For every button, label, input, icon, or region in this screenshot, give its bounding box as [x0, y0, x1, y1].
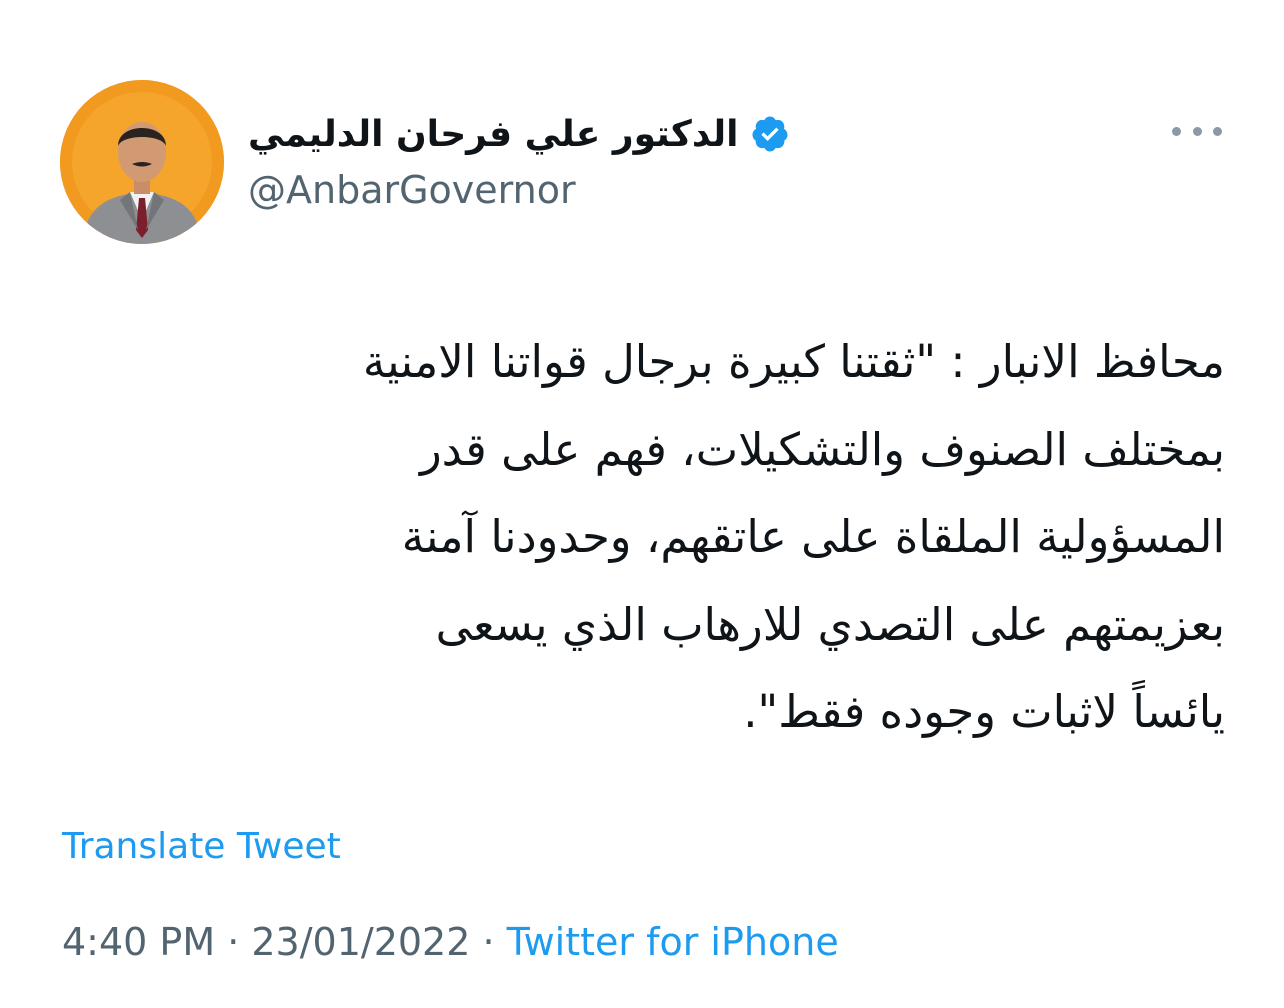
tweet-text-line: المسؤولية الملقاة على عاتقهم، وحدودنا آم…: [401, 510, 1225, 563]
tweet-date[interactable]: 23/01/2022: [251, 920, 470, 964]
tweet-card: الدكتور علي فرحان الدليمي @AnbarGovernor…: [0, 0, 1284, 1008]
translate-tweet-link[interactable]: Translate Tweet: [62, 826, 341, 867]
tweet-text: محافظ الانبار : "ثقتنا كبيرة برجال قواتن…: [60, 318, 1225, 756]
display-name[interactable]: الدكتور علي فرحان الدليمي: [248, 114, 738, 155]
verified-badge-icon: [750, 114, 790, 154]
more-options-icon[interactable]: [1172, 118, 1222, 144]
tweet-text-line: محافظ الانبار : "ثقتنا كبيرة برجال قواتن…: [362, 335, 1225, 388]
tweet-source-link[interactable]: Twitter for iPhone: [507, 920, 839, 964]
author-handle[interactable]: @AnbarGovernor: [248, 168, 576, 212]
dot-icon: [1172, 126, 1181, 136]
dot-icon: [1213, 126, 1222, 136]
avatar-portrait-icon: [60, 80, 224, 244]
tweet-text-line: يائساً لاثبات وجوده فقط".: [743, 685, 1225, 738]
tweet-text-line: بعزيمتهم على التصدي للارهاب الذي يسعى: [435, 597, 1225, 651]
tweet-text-line: بمختلف الصنوف والتشكيلات، فهم على قدر: [419, 422, 1225, 476]
author-name-row[interactable]: الدكتور علي فرحان الدليمي: [248, 104, 790, 164]
tweet-time[interactable]: 4:40 PM: [62, 920, 215, 964]
meta-separator: ·: [215, 920, 252, 964]
dot-icon: [1192, 126, 1202, 136]
avatar[interactable]: [60, 80, 224, 244]
meta-separator: ·: [470, 920, 507, 964]
tweet-metadata: 4:40 PM · 23/01/2022 · Twitter for iPhon…: [62, 920, 839, 964]
